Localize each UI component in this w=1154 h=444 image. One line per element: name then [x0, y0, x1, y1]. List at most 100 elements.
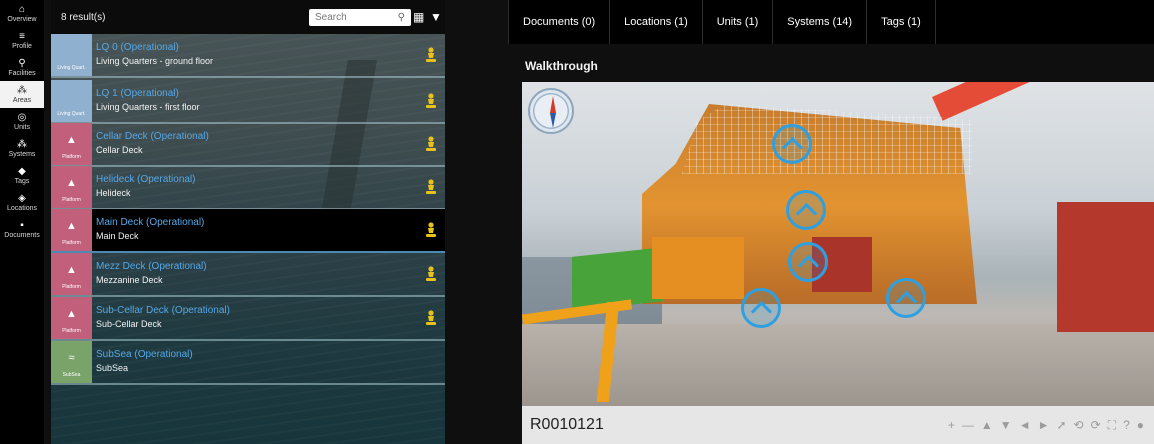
detail-tabs: Documents (0) Locations (1) Units (1) Syste…: [508, 0, 1154, 44]
search-input[interactable]: Search ⚲: [309, 9, 411, 26]
row-title[interactable]: LQ 0 (Operational): [96, 42, 445, 54]
area-type-label: Living Quart.: [57, 111, 86, 117]
walkthrough-person-icon[interactable]: [425, 47, 437, 63]
autorotate-icon[interactable]: ⟳: [1091, 418, 1101, 432]
row-title[interactable]: Main Deck (Operational): [96, 217, 445, 229]
facility-icon: ⚲: [18, 57, 26, 69]
area-type-label: Platform: [62, 240, 81, 246]
units-icon: ◎: [17, 111, 27, 123]
zoom-out-icon[interactable]: —: [962, 418, 974, 432]
list-item[interactable]: Living Quart. LQ 0 (Operational) Living Qu…: [51, 34, 445, 78]
search-icon[interactable]: ⚲: [398, 12, 405, 23]
walkthrough-person-icon[interactable]: [425, 179, 437, 195]
nav-item-label: Documents: [4, 231, 40, 239]
row-subtitle: Living Quarters - first floor: [96, 102, 200, 112]
orange-container: [652, 237, 744, 299]
row-subtitle: Sub-Cellar Deck: [96, 319, 162, 329]
nav-hotspot[interactable]: [788, 242, 828, 282]
compass-north-needle: [550, 96, 556, 113]
row-title[interactable]: Helideck (Operational): [96, 174, 445, 186]
results-panel: 8 result(s) Search ⚲ ▦ ▼ Living Quart. LQ…: [51, 0, 445, 444]
nav-item-documents[interactable]: ▪ Documents: [0, 216, 44, 243]
list-item[interactable]: ▲ Platform Main Deck (Operational) Main Dec…: [51, 209, 445, 253]
list-item[interactable]: ▲ Platform Helideck (Operational) Helideck: [51, 166, 445, 210]
nav-item-tags[interactable]: ◆ Tags: [0, 162, 44, 189]
viewer-controls: + — ▲ ▼ ◄ ► ➚ ⟲ ⟳ ⛶? ●: [948, 418, 1144, 432]
move-right-icon[interactable]: ►: [1038, 418, 1050, 432]
row-title[interactable]: LQ 1 (Operational): [96, 88, 445, 100]
row-text: LQ 1 (Operational) Living Quarters - firs…: [92, 80, 445, 122]
app-root: ⌂ Overview ≡ Profile ⚲ Facilities ⁂ Areas ◎ Units…: [0, 0, 1154, 444]
nav-hotspot[interactable]: [786, 190, 826, 230]
row-title[interactable]: SubSea (Operational): [96, 349, 445, 361]
row-subtitle: Helideck: [96, 188, 131, 198]
area-type-thumbnail: ▲ Platform: [51, 253, 92, 295]
help-icon[interactable]: ?: [1123, 418, 1130, 432]
search-placeholder: Search: [315, 12, 347, 23]
area-type-label: Platform: [62, 197, 81, 203]
walkthrough-person-icon[interactable]: [425, 93, 437, 109]
row-text: SubSea (Operational) SubSea: [92, 341, 445, 383]
fullscreen-icon[interactable]: ⛶: [1108, 418, 1116, 432]
platform-icon: ▲: [66, 264, 77, 276]
nav-item-label: Units: [14, 123, 30, 131]
info-icon[interactable]: ●: [1137, 418, 1144, 432]
grid-view-icon[interactable]: ▦: [413, 10, 424, 24]
list-item[interactable]: ▲ Platform Sub-Cellar Deck (Operational) Su…: [51, 297, 445, 341]
list-item[interactable]: ▲ Platform Mezz Deck (Operational) Mezzanin…: [51, 253, 445, 297]
compass-icon[interactable]: [528, 88, 574, 134]
nav-item-locations[interactable]: ◈ Locations: [0, 189, 44, 216]
move-left-icon[interactable]: ◄: [1019, 418, 1031, 432]
pin-icon[interactable]: ➚: [1056, 418, 1066, 432]
rotate-icon[interactable]: ⟲: [1074, 418, 1084, 432]
home-icon: ⌂: [18, 3, 26, 15]
row-text: Sub-Cellar Deck (Operational) Sub-Cellar …: [92, 297, 445, 339]
nav-item-units[interactable]: ◎ Units: [0, 108, 44, 135]
nav-hotspot[interactable]: [772, 124, 812, 164]
nav-item-label: Areas: [12, 96, 32, 104]
viewpoint-id: R0010121: [530, 416, 604, 433]
nav-hotspot[interactable]: [886, 278, 926, 318]
walkthrough-person-icon[interactable]: [425, 266, 437, 282]
nav-item-label: Tags: [14, 177, 30, 185]
nav-item-systems[interactable]: ⁂ Systems: [0, 135, 44, 162]
area-type-thumbnail: Living Quart.: [51, 80, 92, 122]
nav-item-label: Systems: [8, 150, 36, 158]
nav-item-overview[interactable]: ⌂ Overview: [0, 0, 44, 27]
nav-hotspot[interactable]: [741, 288, 781, 328]
tab-systems[interactable]: Systems (14): [772, 0, 866, 44]
row-title[interactable]: Cellar Deck (Operational): [96, 131, 445, 143]
tab-tags[interactable]: Tags (1): [866, 0, 936, 44]
nav-item-areas[interactable]: ⁂ Areas: [0, 81, 44, 108]
nav-item-facilities[interactable]: ⚲ Facilities: [0, 54, 44, 81]
zoom-in-icon[interactable]: +: [948, 418, 955, 432]
area-type-label: SubSea: [62, 372, 81, 378]
areas-icon: ⁂: [17, 84, 27, 96]
list-item[interactable]: ≈ SubSea SubSea (Operational) SubSea: [51, 341, 445, 385]
nav-item-profile[interactable]: ≡ Profile: [0, 27, 44, 54]
move-up-icon[interactable]: ▲: [981, 418, 993, 432]
nav-item-label: Facilities: [8, 69, 36, 77]
left-nav: ⌂ Overview ≡ Profile ⚲ Facilities ⁂ Areas ◎ Units…: [0, 0, 44, 444]
panorama-viewer[interactable]: [522, 82, 1154, 406]
walkthrough-person-icon[interactable]: [425, 222, 437, 238]
row-subtitle: Living Quarters - ground floor: [96, 56, 214, 66]
list-item[interactable]: ▲ Platform Cellar Deck (Operational) Cellar…: [51, 123, 445, 167]
row-title[interactable]: Sub-Cellar Deck (Operational): [96, 305, 445, 317]
tab-locations[interactable]: Locations (1): [609, 0, 702, 44]
row-title[interactable]: Mezz Deck (Operational): [96, 261, 445, 273]
tab-units[interactable]: Units (1): [701, 0, 773, 44]
tab-documents[interactable]: Documents (0): [508, 0, 609, 44]
filter-icon[interactable]: ▼: [430, 10, 442, 24]
compass-south-needle: [550, 113, 556, 128]
area-type-thumbnail: Living Quart.: [51, 34, 92, 76]
row-text: Cellar Deck (Operational) Cellar Deck: [92, 123, 445, 165]
walkthrough-person-icon[interactable]: [425, 136, 437, 152]
list-item[interactable]: Living Quart. LQ 1 (Operational) Living Qu…: [51, 80, 445, 124]
walkthrough-person-icon[interactable]: [425, 310, 437, 326]
area-type-thumbnail: ▲ Platform: [51, 209, 92, 251]
row-subtitle: SubSea: [96, 363, 129, 373]
move-down-icon[interactable]: ▼: [1000, 418, 1012, 432]
row-text: Helideck (Operational) Helideck: [92, 166, 445, 208]
area-type-thumbnail: ▲ Platform: [51, 123, 92, 165]
